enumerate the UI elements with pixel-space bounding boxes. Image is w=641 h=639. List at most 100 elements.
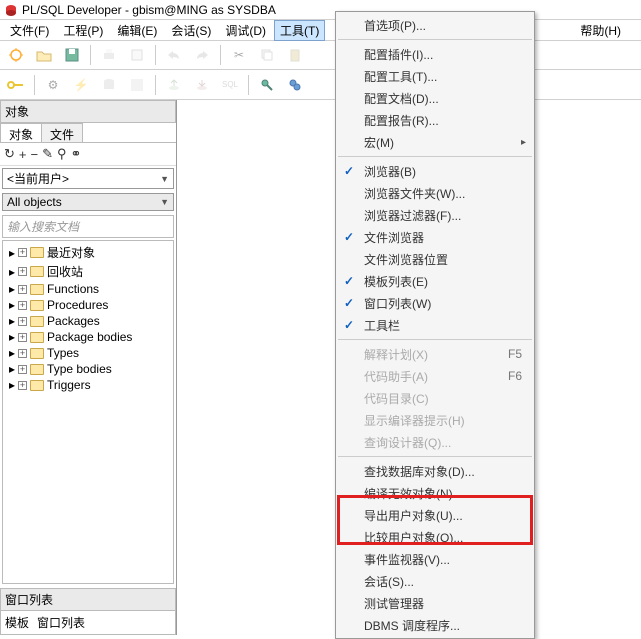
object-tree[interactable]: ▸+最近对象▸+回收站▸+Functions▸+Procedures▸+Pack… (2, 240, 174, 584)
menu-item[interactable]: ✓窗口列表(W) (336, 292, 534, 314)
menu-item[interactable]: 事件监视器(V)... (336, 548, 534, 570)
tree-item[interactable]: ▸+Functions (5, 281, 171, 297)
expand-icon[interactable]: + (18, 381, 27, 390)
main-area: 对象 对象 文件 ↻ + − ✎ ⚲ ⚭ <当前用户> ▼ All object… (0, 100, 641, 635)
tree-item[interactable]: ▸+Procedures (5, 297, 171, 313)
folder-icon (30, 266, 44, 277)
menu-item[interactable]: 配置工具(T)... (336, 65, 534, 87)
menu-item[interactable]: ✓模板列表(E) (336, 270, 534, 292)
expand-icon[interactable]: + (18, 333, 27, 342)
menu-item: 代码目录(C) (336, 387, 534, 409)
menu-item-label: 代码助手(A) (364, 368, 428, 385)
edit-icon[interactable]: ✎ (42, 146, 53, 162)
cut-icon[interactable]: ✂ (229, 45, 249, 65)
menu-project[interactable]: 工程(P) (57, 20, 109, 41)
menu-item[interactable]: 首选项(P)... (336, 14, 534, 36)
tab-objects[interactable]: 对象 (0, 123, 42, 142)
save-icon[interactable] (62, 45, 82, 65)
menu-item[interactable]: ✓工具栏 (336, 314, 534, 336)
tree-item[interactable]: ▸+Packages (5, 313, 171, 329)
copy-icon[interactable] (257, 45, 277, 65)
expand-icon[interactable]: + (18, 365, 27, 374)
tree-item[interactable]: ▸+Triggers (5, 377, 171, 393)
filter-dropdown[interactable]: All objects ▼ (2, 193, 174, 211)
expand-icon[interactable]: + (18, 317, 27, 326)
rollback-icon[interactable] (192, 75, 212, 95)
gear-icon[interactable]: ⚙ (43, 75, 63, 95)
expand-icon[interactable]: + (18, 248, 27, 257)
menu-item[interactable]: 配置插件(I)... (336, 43, 534, 65)
bolt-icon[interactable]: ⚡ (71, 75, 91, 95)
menu-item[interactable]: 查找数据库对象(D)... (336, 460, 534, 482)
tab-files[interactable]: 文件 (41, 123, 83, 142)
menu-item-label: 解释计划(X) (364, 346, 428, 363)
expand-icon[interactable]: + (18, 301, 27, 310)
print-icon[interactable] (99, 45, 119, 65)
chevron-right-icon: ▸ (9, 330, 15, 344)
check-icon: ✓ (344, 230, 354, 244)
check-icon: ✓ (344, 296, 354, 310)
menu-edit[interactable]: 编辑(E) (111, 20, 163, 41)
find-icon[interactable] (257, 75, 277, 95)
menu-item[interactable]: ✓文件浏览器 (336, 226, 534, 248)
menu-item[interactable]: 比较用户对象(O)... (336, 526, 534, 548)
tab-template[interactable]: 模板 (5, 614, 29, 631)
menu-help[interactable]: 帮助(H) (574, 20, 641, 41)
key-icon[interactable] (6, 75, 26, 95)
stop-icon[interactable] (127, 75, 147, 95)
menu-item[interactable]: 宏(M) (336, 131, 534, 153)
winlist-panel-title: 窗口列表 (0, 588, 176, 611)
redo-icon[interactable] (192, 45, 212, 65)
link-op-icon[interactable]: ⚭ (71, 146, 82, 162)
chevron-right-icon: ▸ (9, 314, 15, 328)
preview-icon[interactable] (127, 45, 147, 65)
expand-icon[interactable]: + (18, 285, 27, 294)
search-input[interactable]: 输入搜索文档 (2, 215, 174, 238)
menu-item[interactable]: 配置报告(R)... (336, 109, 534, 131)
menu-item[interactable]: 会话(S)... (336, 570, 534, 592)
query-icon[interactable]: ⚲ (57, 146, 67, 162)
menu-item[interactable]: 配置文档(D)... (336, 87, 534, 109)
commit-icon[interactable] (164, 75, 184, 95)
menu-item[interactable]: 文件浏览器位置 (336, 248, 534, 270)
menu-item[interactable]: 测试管理器 (336, 592, 534, 614)
menu-item[interactable]: 编译无效对象(N)... (336, 482, 534, 504)
tree-item[interactable]: ▸+回收站 (5, 262, 171, 281)
menu-item: 查询设计器(Q)... (336, 431, 534, 453)
menu-shortcut: F6 (508, 369, 522, 383)
folder-icon (30, 284, 44, 295)
menu-tools[interactable]: 工具(T) (274, 20, 325, 41)
menu-item[interactable]: ✓浏览器(B) (336, 160, 534, 182)
expand-icon[interactable]: + (18, 267, 27, 276)
tree-item[interactable]: ▸+Types (5, 345, 171, 361)
open-icon[interactable] (34, 45, 54, 65)
tree-item[interactable]: ▸+Type bodies (5, 361, 171, 377)
menu-item-label: 导出用户对象(U)... (364, 507, 463, 524)
new-icon[interactable] (6, 45, 26, 65)
menu-session[interactable]: 会话(S) (165, 20, 217, 41)
undo-icon[interactable] (164, 45, 184, 65)
menu-item-label: 宏(M) (364, 134, 394, 151)
menu-item[interactable]: 导出用户对象(U)... (336, 504, 534, 526)
menu-file[interactable]: 文件(F) (4, 20, 55, 41)
plus-icon[interactable]: + (19, 147, 27, 162)
tree-item[interactable]: ▸+Package bodies (5, 329, 171, 345)
sql-icon[interactable]: SQL (220, 75, 240, 95)
menu-separator (338, 39, 532, 40)
minus-icon[interactable]: − (31, 147, 39, 162)
link-icon[interactable] (285, 75, 305, 95)
menu-item-label: 工具栏 (364, 317, 400, 334)
menu-item[interactable]: 浏览器过滤器(F)... (336, 204, 534, 226)
user-dropdown[interactable]: <当前用户> ▼ (2, 168, 174, 189)
menu-item[interactable]: DBMS 调度程序... (336, 614, 534, 636)
refresh-icon[interactable]: ↻ (4, 146, 15, 162)
db-icon[interactable] (99, 75, 119, 95)
tab-winlist[interactable]: 窗口列表 (37, 614, 85, 631)
menu-debug[interactable]: 调试(D) (219, 20, 272, 41)
menu-item[interactable]: 浏览器文件夹(W)... (336, 182, 534, 204)
toolbar-sep (34, 75, 35, 95)
expand-icon[interactable]: + (18, 349, 27, 358)
paste-icon[interactable] (285, 45, 305, 65)
chevron-right-icon: ▸ (9, 265, 15, 279)
tree-item[interactable]: ▸+最近对象 (5, 243, 171, 262)
